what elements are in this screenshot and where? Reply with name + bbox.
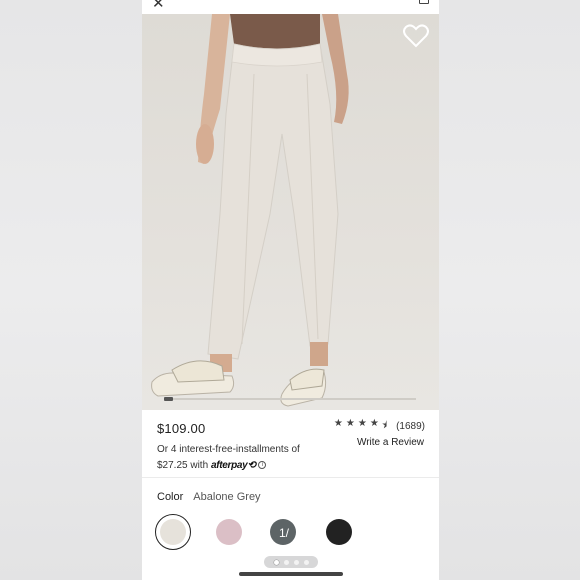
info-icon[interactable]: i xyxy=(258,461,267,470)
page-indicator xyxy=(264,556,318,568)
model-top xyxy=(230,14,320,49)
product-photo xyxy=(151,14,349,407)
model-pants xyxy=(207,43,339,360)
star-icon: ★ xyxy=(369,418,379,429)
installments-line: Or 4 interest-free-installments of xyxy=(157,444,300,455)
swatch-fill xyxy=(216,519,242,545)
rating[interactable]: ★ ★ ★ ★ ⯨ (1689) xyxy=(334,418,425,435)
background-blur-right xyxy=(439,0,580,580)
rating-stars: ★ ★ ★ ★ ⯨ xyxy=(334,418,390,435)
bag-icon[interactable] xyxy=(419,0,429,4)
afterpay-logo: afterpay xyxy=(210,460,248,471)
color-swatches: 1/ xyxy=(155,514,427,550)
home-indicator[interactable] xyxy=(239,572,343,576)
swatch-black[interactable] xyxy=(323,516,355,548)
background-blur-left xyxy=(0,0,142,580)
swatch-fill xyxy=(160,519,186,545)
color-value: Abalone Grey xyxy=(193,491,261,503)
gallery-scrollbar[interactable] xyxy=(164,398,416,400)
gallery-scrollbar-thumb[interactable] xyxy=(164,397,173,401)
model-left-hand xyxy=(196,124,214,164)
write-review-link[interactable]: Write a Review xyxy=(357,437,424,448)
swatch-slate[interactable]: 1/ xyxy=(267,516,299,548)
color-selector-label: Color Abalone Grey xyxy=(157,491,261,503)
page-dot[interactable] xyxy=(293,559,299,565)
close-icon[interactable]: ✕ xyxy=(152,0,165,12)
page-dot[interactable] xyxy=(273,559,279,565)
swatch-abalone-grey[interactable] xyxy=(155,514,191,550)
installment-amount: $27.25 with xyxy=(157,460,209,471)
product-image[interactable] xyxy=(142,14,439,410)
model-right-ankle xyxy=(310,342,328,366)
product-price: $109.00 xyxy=(157,421,206,436)
page-dot[interactable] xyxy=(303,559,309,565)
swatch-pink[interactable] xyxy=(213,516,245,548)
swatch-overlay-text: 1/ xyxy=(279,526,290,540)
favorite-heart-icon[interactable] xyxy=(403,24,429,48)
page-dot[interactable] xyxy=(283,559,289,565)
afterpay-glyph-icon: ⟲ xyxy=(247,460,256,471)
rating-count: (1689) xyxy=(396,421,425,432)
swatch-fill xyxy=(326,519,352,545)
section-divider xyxy=(142,477,439,478)
star-icon: ★ xyxy=(357,418,367,429)
half-star-icon: ⯨ xyxy=(381,420,388,431)
top-bar: ✕ xyxy=(142,0,439,14)
star-icon: ★ xyxy=(345,418,355,429)
product-screen: ✕ $109.00 Or 4 interest-free-installment… xyxy=(142,0,439,580)
star-icon: ★ xyxy=(333,418,343,429)
installments-text: Or 4 interest-free-installments of $27.2… xyxy=(157,442,332,474)
color-label: Color xyxy=(157,491,184,503)
